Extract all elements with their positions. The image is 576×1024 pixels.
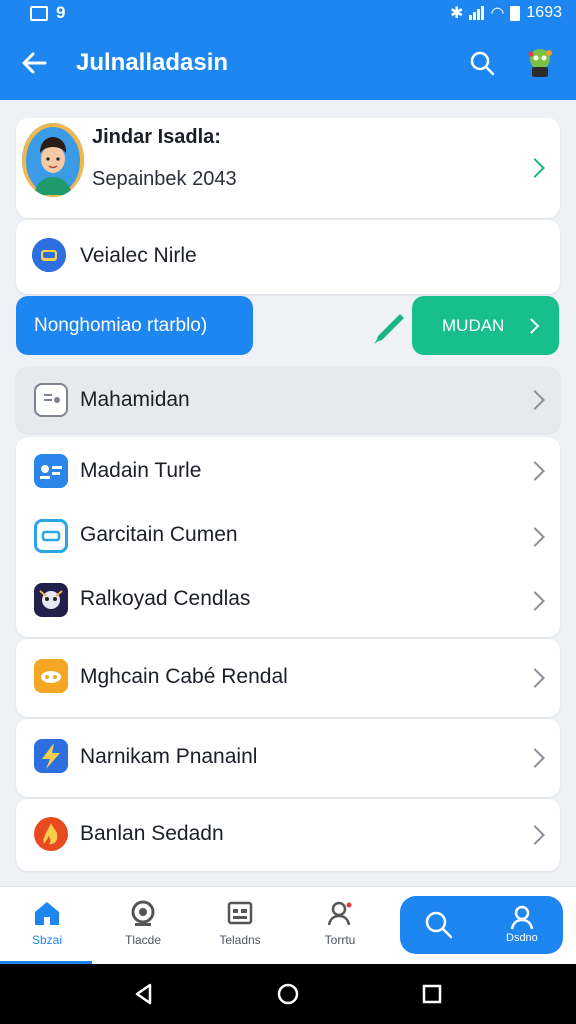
sim-card-icon bbox=[30, 5, 48, 21]
bluetooth-icon: ✱ bbox=[450, 5, 464, 22]
chevron-right-icon bbox=[525, 668, 545, 688]
nav-item-label: Torrtu bbox=[324, 933, 356, 947]
nav-item-label: Tlacde bbox=[124, 933, 162, 947]
nav-item-label: Teladns bbox=[219, 933, 261, 947]
profile-icon bbox=[327, 901, 352, 926]
menu-group-card: Madain Turle Garcitain Cumen Ralkoyad Ce… bbox=[16, 437, 560, 637]
list-item[interactable]: Mghcain Cabé Rendal bbox=[16, 639, 560, 717]
chevron-right-icon bbox=[525, 825, 545, 845]
menu-item-label: Mahamidan bbox=[80, 388, 190, 411]
profile-subtitle: Sepainbek 2043 bbox=[92, 168, 237, 190]
chevron-right-icon bbox=[525, 390, 545, 410]
nav-pill-label: Dsdno bbox=[506, 932, 538, 944]
profile-name: Jindar Isadla: bbox=[92, 126, 221, 148]
vehicle-icon bbox=[32, 238, 66, 272]
chevron-right-icon bbox=[525, 591, 545, 611]
home-icon bbox=[35, 902, 59, 925]
menu-item-label: Garcitain Cumen bbox=[80, 523, 238, 546]
menu-item-label: Ralkoyad Cendlas bbox=[80, 587, 251, 610]
signal-icon bbox=[469, 6, 485, 20]
user-icon bbox=[510, 905, 534, 930]
lightning-icon bbox=[34, 739, 68, 773]
battery-icon bbox=[510, 5, 521, 21]
nav-item-calendar[interactable]: Teladns bbox=[205, 899, 275, 959]
list-item[interactable]: Madain Turle bbox=[16, 437, 560, 505]
menu-item-highlighted[interactable]: Mahamidan bbox=[16, 367, 560, 433]
wifi-icon: ◠ bbox=[490, 5, 505, 22]
profile-card[interactable]: Jindar Isadla: Sepainbek 2043 bbox=[16, 118, 560, 218]
back-triangle-icon[interactable] bbox=[132, 982, 156, 1006]
status-bar: 9 ✱ ◠ 1693 bbox=[0, 0, 576, 26]
chevron-right-icon bbox=[525, 158, 545, 178]
list-item[interactable]: Ralkoyad Cendlas bbox=[16, 569, 560, 633]
robot-avatar-icon[interactable] bbox=[522, 45, 558, 81]
menu-item-label: Banlan Sedadn bbox=[80, 822, 224, 845]
menu-item-label: Mghcain Cabé Rendal bbox=[80, 665, 288, 688]
calendar-icon bbox=[227, 901, 253, 925]
vehicle-card[interactable]: Veialec Nirle bbox=[16, 220, 560, 294]
nav-item-camera[interactable]: Tlacde bbox=[108, 899, 178, 959]
home-circle-icon[interactable] bbox=[276, 982, 300, 1006]
camera-icon bbox=[131, 900, 155, 926]
chevron-right-icon bbox=[525, 748, 545, 768]
back-arrow-icon[interactable] bbox=[14, 43, 54, 83]
system-nav-bar bbox=[0, 964, 576, 1024]
pen-icon bbox=[370, 308, 410, 348]
vehicle-label: Veialec Nirle bbox=[80, 244, 197, 267]
action-pill-button[interactable]: Nonghomiao rtarblo) bbox=[16, 296, 253, 355]
recents-square-icon[interactable] bbox=[420, 982, 444, 1006]
id-card-icon bbox=[34, 454, 68, 488]
tag-icon bbox=[34, 519, 68, 553]
user-avatar bbox=[22, 123, 84, 197]
nav-item-label: Sbzai bbox=[31, 933, 63, 947]
cloud-icon bbox=[34, 659, 68, 693]
list-item[interactable]: Garcitain Cumen bbox=[16, 505, 560, 569]
search-icon[interactable] bbox=[462, 43, 502, 83]
character-icon bbox=[34, 583, 68, 617]
bottom-nav: Sbzai Tlacde Teladns Torrtu Dsdno bbox=[0, 886, 576, 964]
mudan-button[interactable]: MUDAN bbox=[412, 296, 559, 355]
chevron-right-icon bbox=[525, 461, 545, 481]
status-left-text: 9 bbox=[56, 3, 66, 22]
nav-item-home[interactable]: Sbzai bbox=[12, 899, 82, 959]
search-icon bbox=[425, 911, 453, 939]
menu-item-label: Madain Turle bbox=[80, 459, 202, 482]
list-item[interactable]: Banlan Sedadn bbox=[16, 799, 560, 871]
menu-item-label: Narnikam Pnanainl bbox=[80, 745, 258, 768]
app-bar: Julnalladasin bbox=[0, 26, 576, 100]
nav-item-profile[interactable]: Torrtu bbox=[305, 899, 375, 959]
list-item[interactable]: Narnikam Pnanainl bbox=[16, 719, 560, 797]
page-title: Julnalladasin bbox=[76, 49, 229, 76]
mudan-button-label: MUDAN bbox=[442, 315, 505, 335]
chevron-right-icon bbox=[523, 317, 540, 334]
chevron-right-icon bbox=[525, 527, 545, 547]
nav-search-pill[interactable]: Dsdno bbox=[400, 896, 563, 954]
flame-icon bbox=[34, 817, 68, 851]
status-time: 1693 bbox=[526, 4, 562, 21]
card-icon bbox=[34, 383, 68, 417]
